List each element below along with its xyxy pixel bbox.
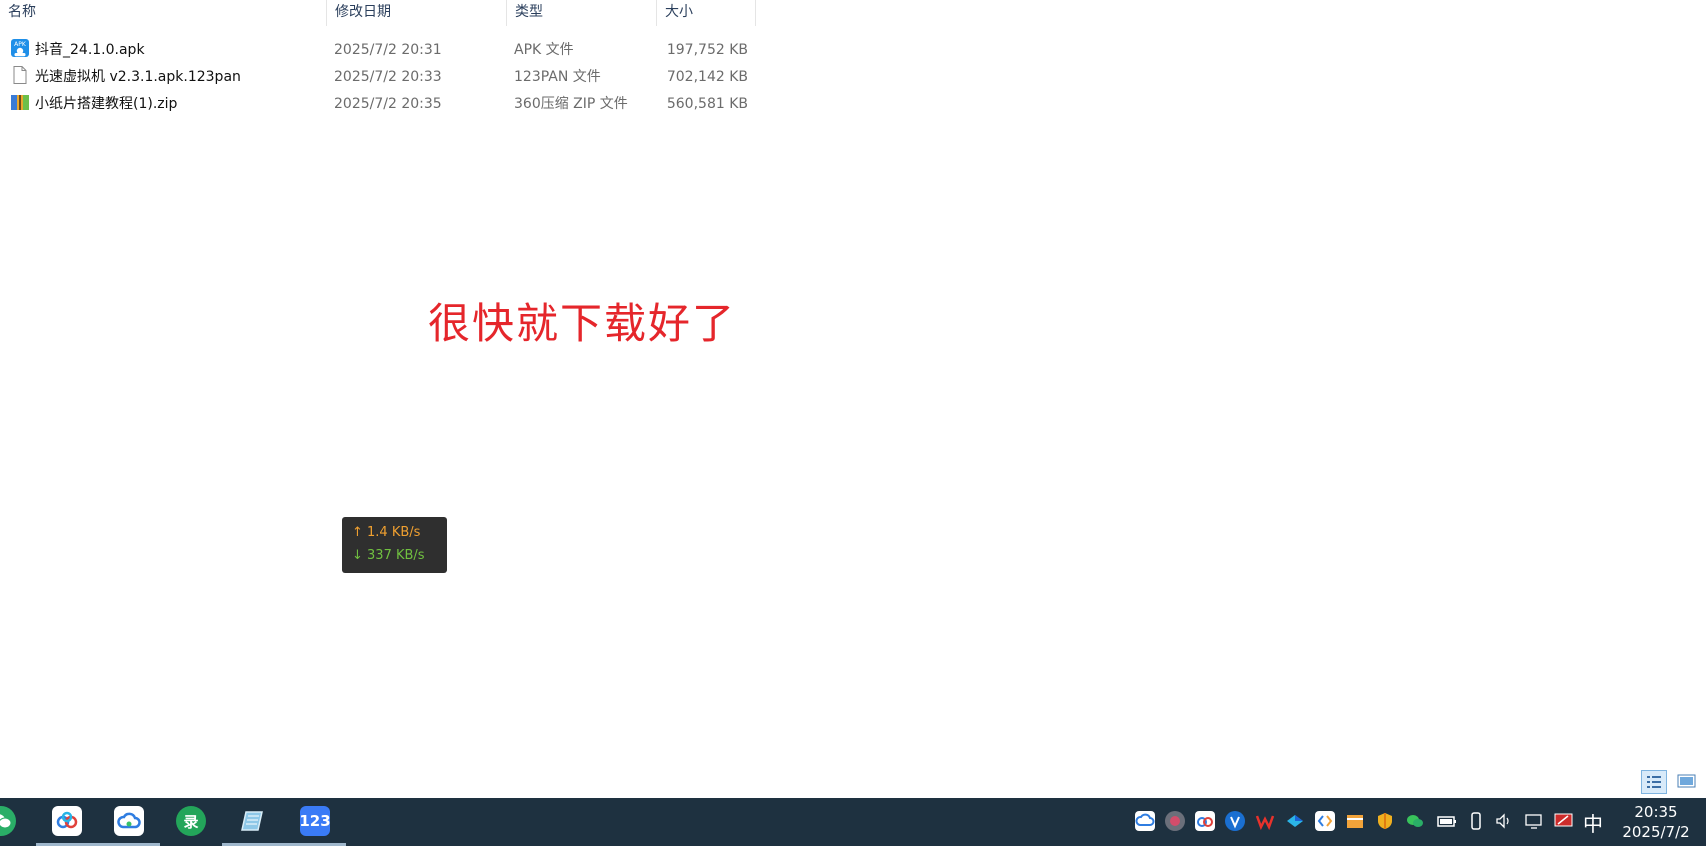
file-date: 2025/7/2 20:35 <box>334 96 442 112</box>
file-type: 123PAN 文件 <box>514 69 601 85</box>
file-name: 小纸片搭建教程(1).zip <box>35 96 178 112</box>
file-row[interactable]: 光速虚拟机 v2.3.1.apk.123pan 2025/7/2 20:33 1… <box>0 64 760 91</box>
v-app-tray-icon[interactable] <box>1225 811 1245 831</box>
notebook-icon <box>238 806 268 836</box>
baidu-netdisk-app-button[interactable] <box>36 798 98 846</box>
file-row[interactable]: 小纸片搭建教程(1).zip 2025/7/2 20:35 360压缩 ZIP … <box>0 91 760 118</box>
apk-icon: APK <box>10 38 30 58</box>
file-list-header: 名称 修改日期 类型 大小 <box>0 0 756 26</box>
download-speed: ↓ 337 KB/s <box>352 548 425 563</box>
folder-tray-icon[interactable] <box>1345 811 1365 831</box>
network-icon[interactable] <box>1523 811 1543 831</box>
wechat-icon <box>0 806 16 836</box>
cloud-drive-app-button[interactable] <box>98 798 160 846</box>
column-header-date[interactable]: 修改日期 <box>327 0 507 26</box>
input-method-indicator[interactable]: 中 <box>1583 808 1603 837</box>
battery-tray-icon[interactable] <box>1436 811 1456 831</box>
file-type: APK 文件 <box>514 42 574 58</box>
security-shield-tray-icon[interactable] <box>1375 811 1395 831</box>
wps-tray-icon[interactable] <box>1255 811 1275 831</box>
thumbnail-view-icon[interactable] <box>1674 770 1700 794</box>
view-toggle <box>1639 770 1700 796</box>
net-speed-widget: ↑ 1.4 KB/s ↓ 337 KB/s <box>342 517 447 573</box>
transfer-tray-icon[interactable] <box>1315 811 1335 831</box>
zip-icon <box>10 92 30 112</box>
baidu-netdisk-tray-icon[interactable] <box>1195 811 1215 831</box>
file-list: APK 抖音_24.1.0.apk 2025/7/2 20:31 APK 文件 … <box>0 37 760 118</box>
file-name: 抖音_24.1.0.apk <box>35 42 145 58</box>
taskbar-clock[interactable]: 20:35 2025/7/2 <box>1612 802 1700 842</box>
wechat-app-button[interactable] <box>0 798 32 846</box>
file-size: 702,142 KB <box>666 69 748 85</box>
file-size: 560,581 KB <box>666 96 748 112</box>
file-size: 197,752 KB <box>666 42 748 58</box>
file-date: 2025/7/2 20:31 <box>334 42 442 58</box>
column-header-size[interactable]: 大小 <box>657 0 756 26</box>
feishu-tray-icon[interactable] <box>1285 811 1305 831</box>
pan123-icon: 123 <box>299 806 331 836</box>
file-name: 光速虚拟机 v2.3.1.apk.123pan <box>35 69 241 85</box>
usb-device-tray-icon[interactable] <box>1466 811 1486 831</box>
column-header-type[interactable]: 类型 <box>507 0 657 26</box>
recorder-icon: 录 <box>176 806 206 836</box>
column-header-name[interactable]: 名称 <box>0 0 327 26</box>
clock-date: 2025/7/2 <box>1622 823 1690 841</box>
taskbar: 录 123 中 20:35 2025/7/2 <box>0 798 1706 846</box>
file-date: 2025/7/2 20:33 <box>334 69 442 85</box>
assistant-tray-icon[interactable] <box>1165 811 1185 831</box>
cloud-sync-tray-icon[interactable] <box>1135 811 1155 831</box>
overlay-caption: 很快就下载好了 <box>428 299 737 348</box>
clock-time: 20:35 <box>1634 803 1678 821</box>
notification-tray-icon[interactable] <box>1553 811 1573 831</box>
wechat-tray-icon[interactable] <box>1405 811 1425 831</box>
pan123-app-button[interactable]: 123 <box>284 798 346 846</box>
volume-icon[interactable] <box>1494 811 1514 831</box>
file-row[interactable]: APK 抖音_24.1.0.apk 2025/7/2 20:31 APK 文件 … <box>0 37 760 64</box>
recorder-app-button[interactable]: 录 <box>160 798 222 846</box>
file-type: 360压缩 ZIP 文件 <box>514 96 628 112</box>
details-view-icon[interactable] <box>1640 770 1667 794</box>
baidu-netdisk-icon <box>52 806 82 836</box>
svg-text:APK: APK <box>14 41 27 48</box>
upload-speed: ↑ 1.4 KB/s <box>352 525 421 540</box>
notebook-app-button[interactable] <box>222 798 284 846</box>
file-icon <box>10 65 30 85</box>
cloud-drive-icon <box>114 806 144 836</box>
